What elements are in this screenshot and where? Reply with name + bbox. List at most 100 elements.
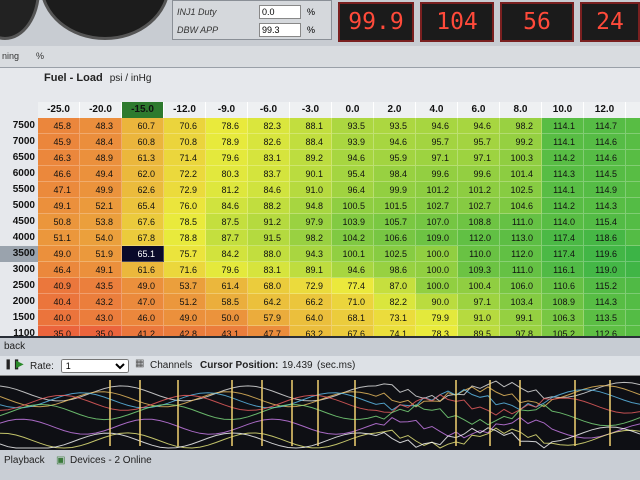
table-cell[interactable]: 70.6 xyxy=(164,118,206,134)
table-cell[interactable]: 77.4 xyxy=(332,278,374,294)
table-cell[interactable]: 115.4 xyxy=(584,214,626,230)
table-cell[interactable]: 47.0 xyxy=(122,294,164,310)
table-cell[interactable]: 83.7 xyxy=(248,166,290,182)
table-cell[interactable]: 72.2 xyxy=(164,166,206,182)
table-cell[interactable]: 83.1 xyxy=(248,150,290,166)
table-cell[interactable]: 112.0 xyxy=(458,230,500,246)
table-cell[interactable]: 40.9 xyxy=(38,278,80,294)
table-cell[interactable]: 84.6 xyxy=(206,198,248,214)
table-cell[interactable]: 40.0 xyxy=(38,310,80,326)
table-cell[interactable]: 116 xyxy=(626,278,640,294)
table-cell[interactable]: 84.6 xyxy=(248,182,290,198)
table-cell[interactable]: 97.9 xyxy=(290,214,332,230)
table-cell[interactable]: 82.3 xyxy=(248,118,290,134)
table-cell[interactable]: 102.5 xyxy=(500,182,542,198)
table-cell[interactable]: 117.4 xyxy=(542,246,584,262)
table-cell[interactable]: 49.0 xyxy=(164,310,206,326)
table-cell[interactable]: 54.0 xyxy=(80,230,122,246)
table-cell[interactable]: 88.4 xyxy=(290,134,332,150)
table-cell[interactable]: 98.2 xyxy=(500,118,542,134)
table-cell[interactable]: 65.4 xyxy=(122,198,164,214)
table-cell[interactable]: 99.6 xyxy=(458,166,500,182)
table-cell[interactable]: 79.6 xyxy=(206,262,248,278)
table-cell[interactable]: 106.0 xyxy=(500,278,542,294)
table-cell[interactable]: 102.7 xyxy=(458,198,500,214)
column-header[interactable]: 6.0 xyxy=(458,102,500,118)
table-cell[interactable]: 119.0 xyxy=(584,262,626,278)
table-cell[interactable]: 93.5 xyxy=(332,118,374,134)
table-cell[interactable]: 103.4 xyxy=(500,294,542,310)
table-cell[interactable]: 64.2 xyxy=(248,294,290,310)
table-cell[interactable]: 87.7 xyxy=(206,230,248,246)
table-cell[interactable]: 53.7 xyxy=(164,278,206,294)
table-cell[interactable]: 101.2 xyxy=(458,182,500,198)
table-cell[interactable]: 48.3 xyxy=(80,118,122,134)
table-cell[interactable]: 78.6 xyxy=(206,118,248,134)
table-cell[interactable]: 82.2 xyxy=(374,294,416,310)
table-cell[interactable]: 113.0 xyxy=(500,230,542,246)
table-cell[interactable]: 62.6 xyxy=(122,182,164,198)
table-cell[interactable]: 98.6 xyxy=(374,262,416,278)
table-cell[interactable]: 114 xyxy=(626,150,640,166)
table-cell[interactable]: 100.4 xyxy=(458,278,500,294)
table-cell[interactable]: 78.8 xyxy=(164,230,206,246)
table-cell[interactable]: 68.0 xyxy=(248,278,290,294)
table-cell[interactable]: 105.7 xyxy=(374,214,416,230)
column-header[interactable]: -12.0 xyxy=(164,102,206,118)
table-cell[interactable]: 50.0 xyxy=(206,310,248,326)
table-cell[interactable]: 117.4 xyxy=(542,230,584,246)
play-icon[interactable]: ▶ xyxy=(16,359,24,370)
table-cell[interactable]: 61.4 xyxy=(206,278,248,294)
table-cell[interactable]: 49.1 xyxy=(38,198,80,214)
table-cell[interactable]: 94.6 xyxy=(332,150,374,166)
table-cell[interactable]: 111.0 xyxy=(500,262,542,278)
table-cell[interactable]: 79.9 xyxy=(416,310,458,326)
table-cell[interactable]: 115 xyxy=(626,230,640,246)
table-cell[interactable]: 84.2 xyxy=(206,246,248,262)
table-cell[interactable]: 98.4 xyxy=(374,166,416,182)
table-cell[interactable]: 43.2 xyxy=(80,294,122,310)
column-header[interactable]: -9.0 xyxy=(206,102,248,118)
table-cell[interactable]: 114.9 xyxy=(584,182,626,198)
table-cell[interactable]: 98.2 xyxy=(290,230,332,246)
table-cell[interactable]: 101.4 xyxy=(500,166,542,182)
column-header[interactable]: 10.0 xyxy=(542,102,584,118)
table-cell[interactable]: 94.6 xyxy=(374,134,416,150)
table-cell[interactable]: 72.9 xyxy=(164,182,206,198)
table-cell[interactable]: 100.5 xyxy=(332,198,374,214)
table-cell[interactable]: 45.8 xyxy=(38,118,80,134)
table-cell[interactable]: 88.1 xyxy=(290,118,332,134)
table-cell[interactable]: 114.3 xyxy=(584,294,626,310)
table-cell[interactable]: 91.5 xyxy=(248,230,290,246)
table-cell[interactable]: 106.6 xyxy=(374,230,416,246)
column-header[interactable]: 14 xyxy=(626,102,640,118)
table-cell[interactable]: 72.9 xyxy=(290,278,332,294)
log-trace-graph[interactable] xyxy=(0,376,640,450)
table-cell[interactable]: 115 xyxy=(626,294,640,310)
table-cell[interactable]: 114.2 xyxy=(542,198,584,214)
table-cell[interactable]: 81.2 xyxy=(206,182,248,198)
tab-playback[interactable]: Playback xyxy=(4,455,45,466)
table-cell[interactable]: 70.8 xyxy=(164,134,206,150)
table-cell[interactable]: 93.5 xyxy=(374,118,416,134)
table-cell[interactable]: 60.7 xyxy=(122,118,164,134)
table-cell[interactable]: 110.0 xyxy=(458,246,500,262)
table-cell[interactable]: 80.3 xyxy=(206,166,248,182)
table-cell[interactable]: 83.1 xyxy=(248,262,290,278)
table-cell[interactable]: 89.2 xyxy=(290,150,332,166)
table-cell[interactable]: 119.6 xyxy=(584,246,626,262)
table-cell[interactable]: 120 xyxy=(626,262,640,278)
table-cell[interactable]: 49.4 xyxy=(80,166,122,182)
table-cell[interactable]: 51.9 xyxy=(80,246,122,262)
table-cell[interactable]: 102.7 xyxy=(416,198,458,214)
table-cell[interactable]: 46.6 xyxy=(38,166,80,182)
table-cell[interactable]: 94.6 xyxy=(416,118,458,134)
table-cell[interactable]: 95.9 xyxy=(374,150,416,166)
row-header[interactable]: 4500 xyxy=(0,214,38,230)
row-header[interactable]: 5500 xyxy=(0,182,38,198)
table-cell[interactable]: 46.3 xyxy=(38,150,80,166)
table-cell[interactable]: 64.0 xyxy=(290,310,332,326)
table-cell[interactable]: 46.0 xyxy=(122,310,164,326)
table-cell[interactable]: 115 xyxy=(626,198,640,214)
table-cell[interactable]: 99.9 xyxy=(374,182,416,198)
